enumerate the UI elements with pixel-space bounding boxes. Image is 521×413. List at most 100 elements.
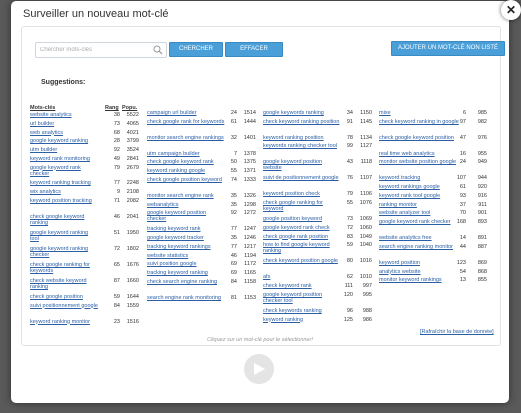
keyword-link[interactable]: google keyword rank checker bbox=[30, 165, 98, 177]
keyword-link[interactable]: afs bbox=[263, 274, 341, 280]
keyword-panel: CHERCHER EFFACER AJOUTER UN MOT-CLÉ NON … bbox=[21, 26, 505, 346]
keyword-link[interactable]: google keyword rank check bbox=[263, 225, 341, 231]
keyword-link[interactable]: google keyword position website bbox=[263, 159, 341, 171]
keyword-link[interactable]: tracking keyword ranking bbox=[147, 270, 225, 276]
keyword-link[interactable]: keyword ranking tracking bbox=[30, 180, 98, 186]
keyword-popularity: 1378 bbox=[243, 150, 256, 157]
keyword-link[interactable]: suivi de positionnement google bbox=[263, 175, 341, 181]
keyword-link[interactable]: monitor search engine rank bbox=[147, 193, 225, 199]
search-input[interactable] bbox=[40, 44, 144, 55]
keyword-link[interactable]: keyword ranking google bbox=[147, 168, 225, 174]
keyword-popularity: 1298 bbox=[243, 201, 256, 208]
keyword-link[interactable]: url builder bbox=[30, 121, 98, 127]
keyword-link[interactable]: check google ranking for keywords bbox=[30, 262, 98, 274]
keyword-link[interactable]: check google position bbox=[30, 294, 98, 300]
keyword-link[interactable]: check google position keyword bbox=[147, 177, 225, 183]
clear-button[interactable]: EFFACER bbox=[225, 42, 283, 57]
keyword-rank: 72 bbox=[113, 245, 120, 252]
keyword-link[interactable]: keywords ranking checker tool bbox=[263, 143, 341, 149]
keyword-rank: 47 bbox=[459, 134, 466, 141]
keyword-link[interactable]: search engine rank monitoring bbox=[147, 295, 225, 301]
keyword-link[interactable]: tracking keyword rank bbox=[147, 226, 225, 232]
keyword-link[interactable]: website analytics bbox=[30, 112, 98, 118]
keyword-popularity: 3799 bbox=[126, 138, 139, 145]
keyword-link[interactable]: real time web analytics bbox=[379, 151, 459, 157]
keyword-link[interactable]: ranking monitor bbox=[379, 202, 459, 208]
keyword-link[interactable]: suivi positionnement google bbox=[30, 303, 98, 309]
keyword-link[interactable]: check google keyword position bbox=[379, 135, 459, 141]
keyword-link[interactable]: check keyword ranking position bbox=[263, 119, 341, 125]
keyword-link[interactable]: check google rank position bbox=[263, 234, 341, 240]
keyword-popularity: 1150 bbox=[360, 110, 372, 116]
suggestions-heading: Suggestions: bbox=[41, 79, 86, 86]
keyword-link[interactable]: keyword position bbox=[379, 260, 459, 266]
header-popularity[interactable]: Popu. bbox=[122, 105, 137, 111]
refresh-database-link[interactable]: [Rafraîchir la base de donnée] bbox=[420, 329, 494, 335]
keyword-link[interactable]: mixe bbox=[379, 110, 459, 116]
search-icon[interactable] bbox=[153, 45, 163, 55]
keyword-link[interactable]: keyword ranking monitor bbox=[30, 319, 98, 325]
keyword-link[interactable]: monitor search engine rankings bbox=[147, 135, 225, 141]
keyword-link[interactable]: keyword rankings google bbox=[379, 184, 459, 190]
keyword-popularity: 1272 bbox=[243, 210, 256, 217]
keyword-popularity: 3524 bbox=[126, 147, 139, 154]
keyword-link[interactable]: webanalytics bbox=[147, 202, 225, 208]
keyword-link[interactable]: check google keyword ranking bbox=[30, 214, 98, 226]
keyword-link[interactable]: keyword ranking position bbox=[263, 135, 341, 141]
add-unlisted-keyword-button[interactable]: AJOUTER UN MOT-CLÉ NON LISTÉ bbox=[391, 41, 505, 56]
keyword-link[interactable]: keyword rank tool google bbox=[379, 193, 459, 199]
keyword-popularity: 887 bbox=[477, 243, 487, 250]
keyword-link[interactable]: utm campaign builder bbox=[147, 151, 225, 157]
keyword-rank: 46 bbox=[113, 213, 120, 220]
keyword-link[interactable]: check keyword rank bbox=[263, 283, 341, 289]
keyword-link[interactable]: keyword tracking bbox=[379, 175, 459, 181]
keyword-link[interactable]: keyword ranking bbox=[263, 317, 341, 323]
keyword-rank: 97 bbox=[459, 118, 466, 125]
keyword-link[interactable]: google keyword position checker tool bbox=[263, 292, 341, 304]
keyword-link[interactable]: search engine ranking monitor bbox=[379, 244, 459, 250]
keyword-link[interactable]: monitor website position google bbox=[379, 159, 459, 165]
keyword-link[interactable]: check keywords ranking bbox=[263, 308, 341, 314]
keyword-link[interactable]: check search engine ranking bbox=[147, 279, 225, 285]
header-keyword[interactable]: Mots-clés bbox=[30, 105, 55, 111]
keyword-link[interactable]: google keyword ranking tool bbox=[30, 230, 98, 242]
header-rank[interactable]: Rang bbox=[105, 105, 119, 111]
keyword-link[interactable]: google position keyword bbox=[263, 216, 341, 222]
keyword-link[interactable]: website analyzer tool bbox=[379, 210, 459, 216]
keyword-link[interactable]: tracking keyword rankings bbox=[147, 244, 225, 250]
keyword-link[interactable]: monitor keyword rankings bbox=[379, 277, 459, 283]
close-button[interactable]: ✕ bbox=[501, 0, 521, 20]
keyword-link[interactable]: keyword position check bbox=[263, 191, 341, 197]
keyword-link[interactable]: check google rank for keywords bbox=[147, 119, 225, 125]
keyword-link[interactable]: analytics website bbox=[379, 269, 459, 275]
keyword-popularity: 997 bbox=[362, 283, 372, 290]
keyword-link[interactable]: google keyword ranking checker bbox=[30, 246, 98, 258]
keyword-link[interactable]: keyword rank monitoring bbox=[30, 156, 98, 162]
play-button[interactable] bbox=[244, 354, 274, 384]
keyword-link[interactable]: google keyword tracker bbox=[147, 235, 225, 241]
keyword-link[interactable]: check keyword position google bbox=[263, 258, 341, 264]
keyword-link[interactable]: check keyword ranking in google bbox=[379, 119, 459, 125]
keyword-link[interactable]: web analytics bbox=[30, 130, 98, 136]
search-button[interactable]: CHERCHER bbox=[169, 42, 223, 57]
keyword-link[interactable]: google keyword ranking bbox=[30, 138, 98, 144]
keyword-link[interactable]: keyword position tracking bbox=[30, 198, 98, 204]
keyword-rank: 76 bbox=[346, 175, 353, 182]
keyword-link[interactable]: check website keyword ranking bbox=[30, 278, 98, 290]
keyword-rank: 80 bbox=[346, 258, 353, 265]
search-box bbox=[35, 42, 167, 58]
keyword-link[interactable]: website statistics bbox=[147, 253, 225, 259]
keyword-rank: 35 bbox=[230, 192, 237, 199]
keyword-link[interactable]: how to find google keyword ranking bbox=[263, 242, 341, 254]
keyword-link[interactable]: wix analytics bbox=[30, 189, 98, 195]
keyword-link[interactable]: website analytics free bbox=[379, 235, 459, 241]
keyword-link[interactable]: google keywords ranking bbox=[263, 110, 341, 116]
keyword-link[interactable]: google keyword rank checker bbox=[379, 219, 459, 225]
keyword-link[interactable]: utm builder bbox=[30, 147, 98, 153]
keyword-popularity: 1107 bbox=[360, 175, 372, 182]
keyword-link[interactable]: check google ranking for keyword bbox=[263, 200, 341, 212]
keyword-link[interactable]: suivi position google bbox=[147, 261, 225, 267]
keyword-link[interactable]: check google keyword rank bbox=[147, 159, 225, 165]
keyword-link[interactable]: campaign url builder bbox=[147, 110, 225, 116]
keyword-link[interactable]: google keyword position checker bbox=[147, 210, 225, 222]
